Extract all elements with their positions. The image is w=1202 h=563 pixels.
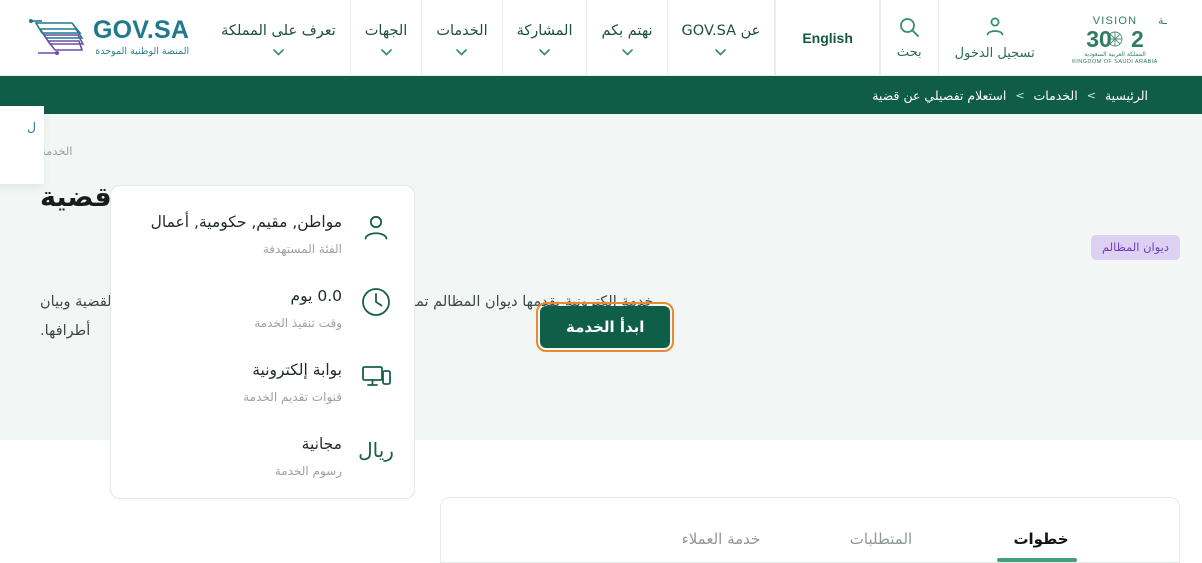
tab-customer-service[interactable]: خدمة العملاء	[641, 530, 801, 562]
chevron-down-icon	[539, 44, 550, 57]
chevron-down-icon	[456, 44, 468, 57]
service-info-card: مواطن, مقيم, حكومية, أعمال الفئة المستهد…	[110, 185, 415, 500]
nav-item-about-kingdom[interactable]: تعرف على المملكة	[207, 0, 351, 75]
tab-requirements[interactable]: المتطلبات	[801, 530, 961, 562]
breadcrumb-separator: >	[1086, 88, 1096, 102]
info-caption: الفئة المستهدفة	[262, 242, 342, 257]
breadcrumb-item-services[interactable]: الخدمات	[1034, 88, 1078, 103]
govsa-logo-title: GOV.SA	[93, 16, 190, 44]
breadcrumb: الرئيسية > الخدمات > استعلام تفصيلي عن ق…	[872, 88, 1178, 103]
info-row-channels: بوابة إلكترونية قنوات تقديم الخدمة	[129, 356, 396, 404]
info-row-fees: ريال مجانية رسوم الخدمة	[129, 430, 396, 478]
chevron-down-icon	[273, 44, 284, 57]
info-caption: رسوم الخدمة	[274, 464, 342, 479]
nav-item-services[interactable]: الخدمات	[422, 0, 503, 75]
nav-label: تعرف على المملكة	[221, 22, 336, 39]
govsa-mark-icon	[22, 17, 85, 59]
info-caption: وقت تنفيذ الخدمة	[254, 316, 342, 331]
nav-item-about-govsa[interactable]: عن GOV.SA	[668, 0, 776, 75]
nav-label: الجهات	[364, 22, 408, 39]
service-tabs: خطوات المتطلبات خدمة العملاء	[441, 498, 1179, 562]
service-tabs-panel: خطوات المتطلبات خدمة العملاء	[440, 497, 1180, 563]
service-kicker-label: الخدمة	[40, 144, 73, 158]
language-switch-button[interactable]: English	[775, 0, 880, 75]
user-icon	[983, 15, 1007, 43]
riyal-icon: ريال	[358, 438, 394, 463]
breadcrumb-separator: >	[1015, 88, 1025, 102]
info-row-processing-time: 0.0 يوم وقت تنفيذ الخدمة	[129, 282, 396, 330]
nav-item-we-care[interactable]: نهتم بكم	[587, 0, 668, 75]
start-service-button[interactable]: ابدأ الخدمة	[535, 302, 675, 352]
breadcrumb-item-home[interactable]: الرئيسية	[1105, 88, 1148, 103]
govsa-logo-subtitle: المنصة الوطنية الموحدة	[95, 46, 190, 57]
clock-icon	[356, 282, 396, 322]
info-value: بوابة إلكترونية	[252, 361, 342, 380]
chevron-down-icon	[621, 44, 633, 57]
svg-text:رؤيـــة: رؤيـــة	[1158, 14, 1167, 27]
info-value: 0.0 يوم	[290, 287, 342, 306]
nav-label: نهتم بكم	[601, 22, 653, 39]
search-button[interactable]: بحث	[879, 0, 938, 75]
side-panel-glyph: ل	[27, 120, 36, 134]
breadcrumb-item-current: استعلام تفصيلي عن قضية	[872, 87, 1007, 103]
govsa-logo[interactable]: GOV.SA المنصة الوطنية الموحدة	[0, 0, 207, 75]
chevron-down-icon	[715, 44, 727, 57]
site-header: GOV.SA المنصة الوطنية الموحدة تعرف على ا…	[0, 0, 1202, 76]
nav-item-entities[interactable]: الجهات	[351, 0, 423, 75]
login-button[interactable]: تسجيل الدخول	[937, 0, 1051, 75]
nav-label: عن GOV.SA	[681, 22, 761, 39]
nav-label: الخدمات	[436, 22, 488, 39]
info-row-target-audience: مواطن, مقيم, حكومية, أعمال الفئة المستهد…	[129, 208, 396, 256]
agency-badge[interactable]: ديوان المظالم	[1090, 235, 1180, 260]
login-label: تسجيل الدخول	[954, 45, 1035, 61]
user-icon	[356, 208, 396, 248]
nav-label: المشاركة	[516, 22, 573, 39]
tab-steps[interactable]: خطوات	[961, 530, 1121, 562]
search-label: بحث	[896, 44, 922, 60]
vision-2030-logo[interactable]: VISION رؤيـــة 2 30 المملكة العربية السع…	[1051, 0, 1185, 75]
info-value: مجانية	[301, 435, 342, 454]
info-caption: قنوات تقديم الخدمة	[243, 390, 342, 405]
info-value: مواطن, مقيم, حكومية, أعمال	[150, 213, 342, 231]
side-panel-tab[interactable]: ل	[0, 106, 44, 184]
search-icon	[898, 16, 920, 42]
nav-item-participation[interactable]: المشاركة	[503, 0, 588, 75]
svg-text:المملكة العربية السعودية: المملكة العربية السعودية	[1084, 51, 1146, 58]
svg-text:KINGDOM OF SAUDI ARABIA: KINGDOM OF SAUDI ARABIA	[1072, 59, 1158, 65]
devices-icon	[356, 356, 396, 396]
breadcrumb-bar: الرئيسية > الخدمات > استعلام تفصيلي عن ق…	[0, 76, 1202, 114]
chevron-down-icon	[380, 44, 392, 57]
